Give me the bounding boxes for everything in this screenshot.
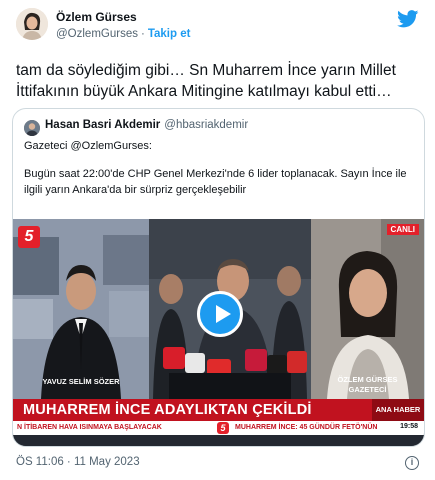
play-triangle [216,305,231,323]
channel-logo-left: 5 [18,226,40,248]
quoted-text-line1: Gazeteci @OzlemGurses: [24,140,152,152]
caption-right-name: ÖZLEM GÜRSES [337,375,398,384]
separator-dot: · [140,28,145,40]
quoted-author-name: Hasan Basri Akdemir [45,119,161,131]
video-bottom-bar [13,435,424,446]
ticker-left-text: N İTİBAREN HAVA ISINMAYA BAŞLAYACAK [17,424,162,431]
caption-left: YAVUZ SELİM SÖZER [42,377,120,386]
quoted-author-avatar [24,120,40,136]
author-name[interactable]: Özlem Gürses [56,10,137,24]
news-banner: MUHARREM İNCE ADAYLIKTAN ÇEKİLDİ ANA HAB… [13,399,424,421]
quoted-text-line2: Bugün saat 22:00'de CHP Genel Merkezi'nd… [24,168,407,196]
channel-logo-ticker: 5 [217,422,229,434]
twitter-bird-icon[interactable] [397,10,419,28]
quoted-author-handle: @hbasriakdemir [164,119,249,131]
ticker-right-text: MUHARREM İNCE: 45 GÜNDÜR FETÖ'NÜN [235,424,378,431]
video-player[interactable]: 5 CANLI YAVUZ SELİM SÖZER ÖZLEM GÜRSES G… [13,219,424,446]
tweet-timestamp[interactable]: ÖS 11:06 · 11 May 2023 [16,456,140,468]
tweet-text: tam da söylediğim gibi… Sn Muharrem İnce… [16,62,396,100]
ticker-time: 19:58 [400,423,418,430]
author-handle-row: @OzlemGurses · Takip et [56,28,190,40]
caption-right-title: GAZETECİ [348,385,387,394]
video-panel-right [311,219,424,399]
live-badge: CANLI [386,224,419,235]
news-ticker: N İTİBAREN HAVA ISINMAYA BAŞLAYACAK 5 MU… [13,421,424,435]
banner-headline: MUHARREM İNCE ADAYLIKTAN ÇEKİLDİ [23,402,312,418]
author-handle[interactable]: @OzlemGurses [56,28,138,40]
follow-button[interactable]: Takip et [148,28,191,40]
play-icon[interactable] [197,291,243,337]
info-icon[interactable]: i [405,456,419,470]
author-avatar[interactable] [16,8,48,40]
banner-tag: ANA HABER [372,399,424,421]
quoted-author: Hasan Basri Akdemir @hbasriakdemir [45,119,248,131]
quoted-tweet-card[interactable]: Hasan Basri Akdemir @hbasriakdemir Gazete… [12,108,425,447]
